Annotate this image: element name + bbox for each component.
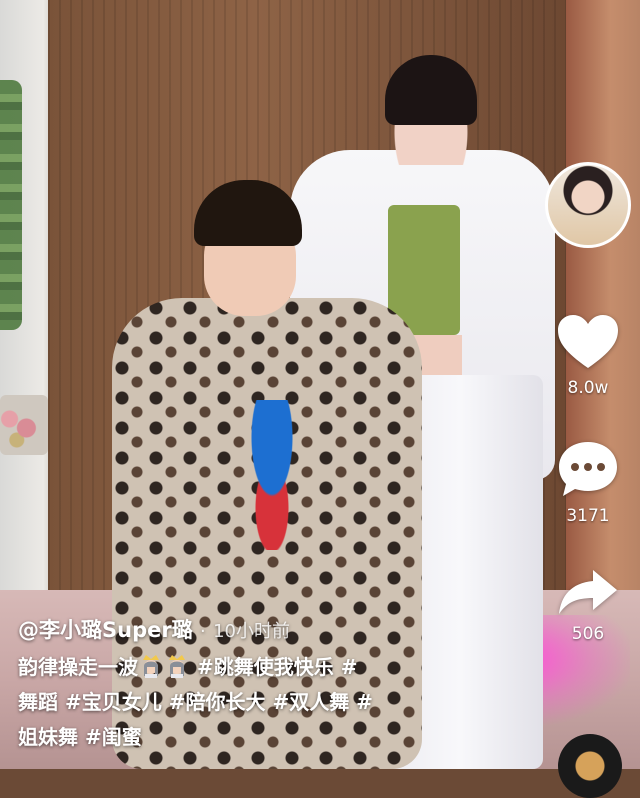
princess-emoji-icon xyxy=(166,654,188,678)
caption-fragment xyxy=(58,690,65,714)
hashtag-link[interactable]: # xyxy=(356,690,373,714)
background-plant xyxy=(0,80,22,330)
caption-fragment xyxy=(334,655,341,679)
caption-text: 韵律操走一波 #跳舞使我快乐 # 舞蹈 #宝贝女儿 #陪你长大 #双人舞 # 姐妹舞… xyxy=(18,650,538,755)
author-handle[interactable]: @李小璐Super璐 xyxy=(18,618,193,642)
background-flowers xyxy=(0,395,48,455)
time-separator: · xyxy=(200,621,206,642)
child-hair xyxy=(194,180,302,246)
caption-fragment xyxy=(78,725,85,749)
hashtag-link[interactable]: # xyxy=(341,655,358,679)
share-count: 506 xyxy=(571,624,605,644)
action-rail: 8.0w 3171 506 xyxy=(545,0,640,769)
heart-icon xyxy=(558,315,618,368)
post-time: 10小时前 xyxy=(213,621,290,642)
hashtag-link[interactable]: #闺蜜 xyxy=(85,725,142,749)
hashtag-link[interactable]: #宝贝女儿 xyxy=(65,690,162,714)
hashtag-link[interactable]: 舞蹈 xyxy=(18,690,58,714)
comment-button[interactable]: 3171 xyxy=(545,438,631,526)
hashtag-link[interactable]: #跳舞使我快乐 xyxy=(197,655,334,679)
like-count: 8.0w xyxy=(567,378,609,398)
share-arrow-icon xyxy=(559,570,617,614)
share-button[interactable]: 506 xyxy=(545,566,631,644)
comment-bubble-icon xyxy=(559,442,617,496)
caption-fragment: 韵律操走一波 xyxy=(18,655,138,679)
cartoon-print xyxy=(232,400,312,550)
author-avatar[interactable] xyxy=(545,162,631,248)
music-disc-icon[interactable] xyxy=(558,734,622,798)
hashtag-link[interactable]: #双人舞 xyxy=(272,690,349,714)
caption-fragment xyxy=(190,655,197,679)
comment-count: 3171 xyxy=(566,506,610,526)
like-button[interactable]: 8.0w xyxy=(545,312,631,398)
princess-emoji-icon xyxy=(140,654,162,678)
author-row: @李小璐Super璐 · 10小时前 xyxy=(18,612,538,648)
video-caption: @李小璐Super璐 · 10小时前 韵律操走一波 #跳舞使我快乐 # 舞蹈 #宝… xyxy=(18,612,538,755)
caption-fragment xyxy=(162,690,169,714)
hashtag-link[interactable]: 姐妹舞 xyxy=(18,725,78,749)
hashtag-link[interactable]: #陪你长大 xyxy=(169,690,266,714)
